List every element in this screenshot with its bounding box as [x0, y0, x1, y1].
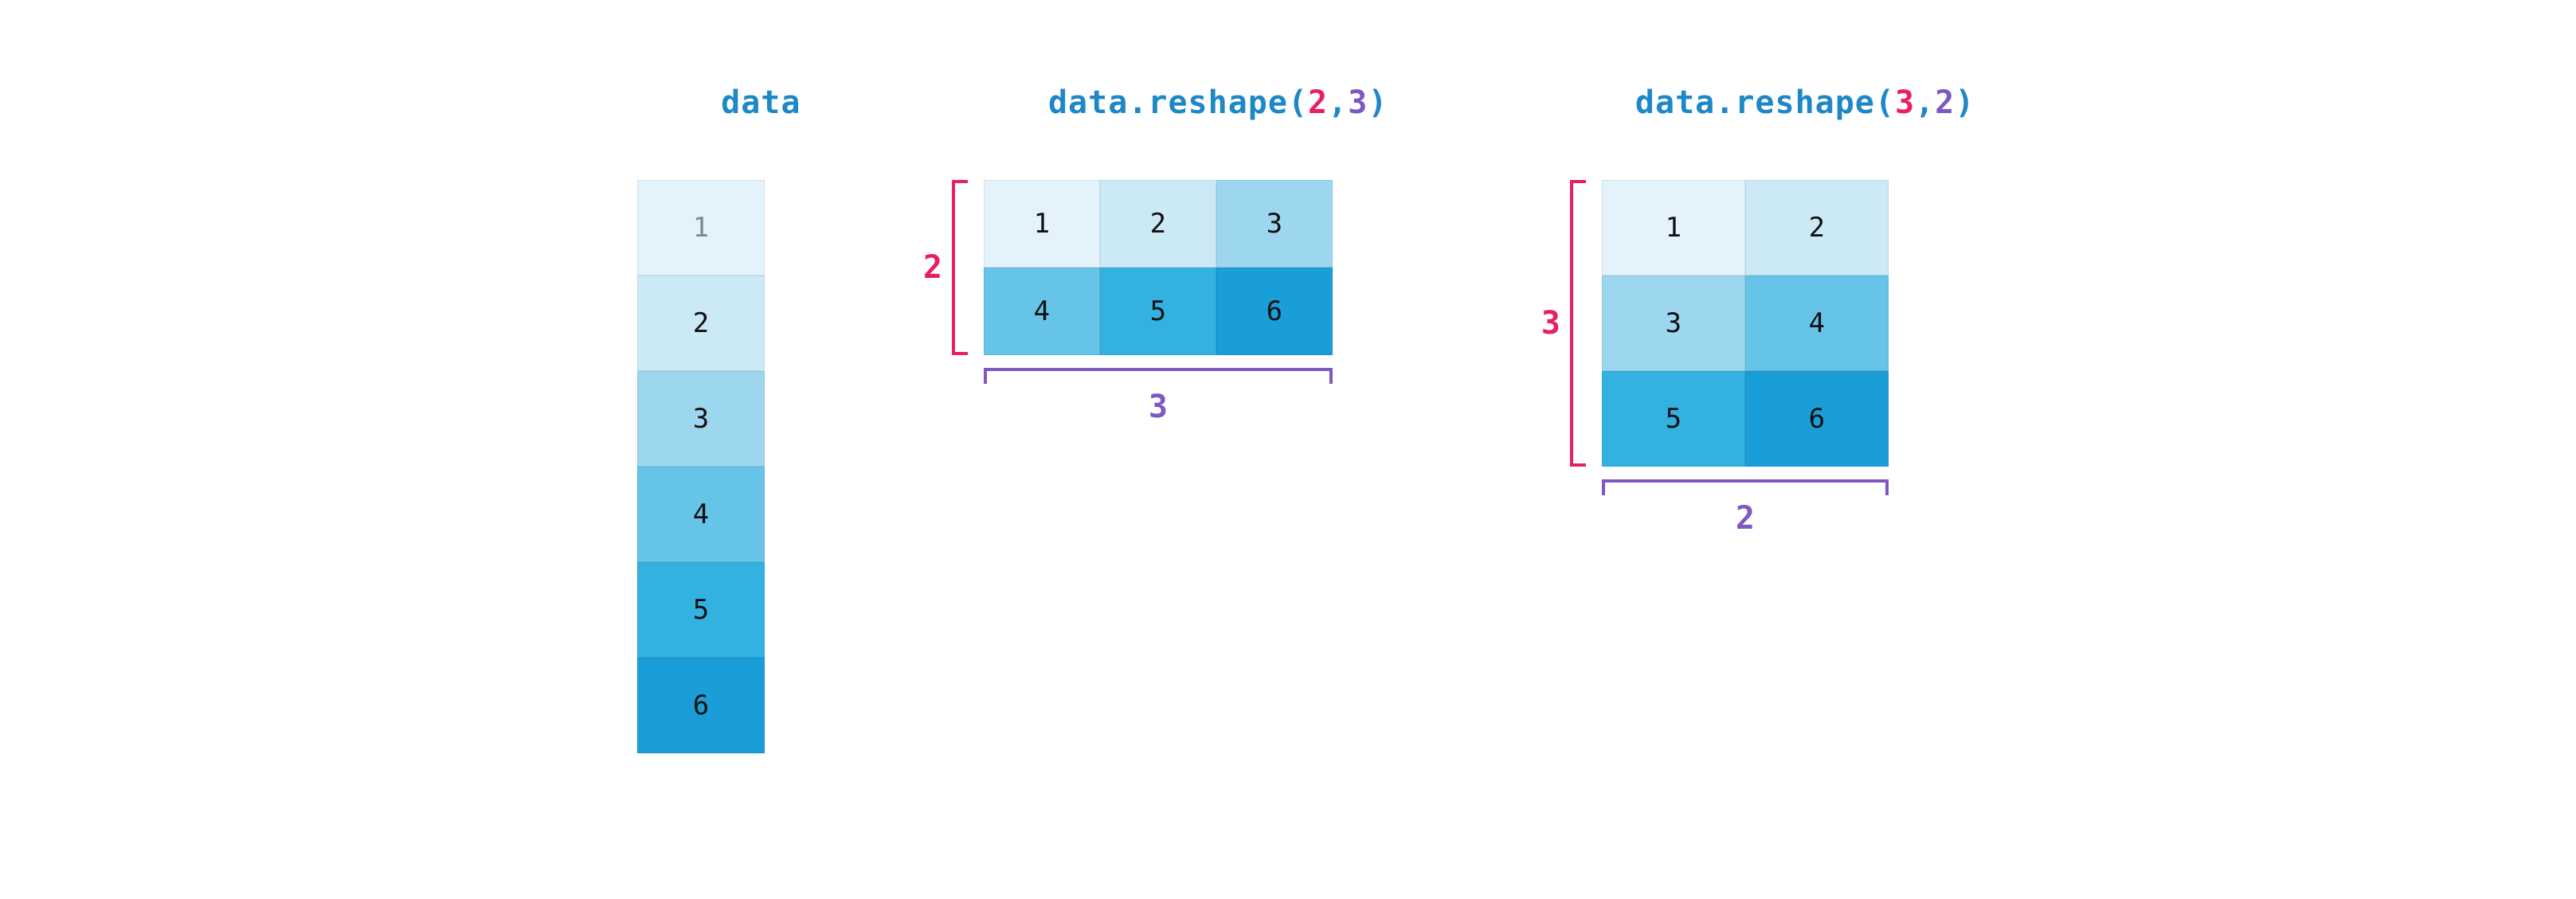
data-cell: 3	[637, 371, 765, 467]
grid-cell: 2	[1100, 180, 1216, 268]
row-dim-label: 3	[1541, 305, 1560, 342]
col-bracket: 2	[1602, 473, 1889, 543]
grid-cell: 1	[984, 180, 1100, 268]
row-dim-label: 2	[923, 249, 942, 286]
grid-cell: 2	[1745, 180, 1889, 276]
grid-cell: 4	[1745, 276, 1889, 371]
data-cell: 4	[637, 467, 765, 562]
grid-cell: 6	[1745, 371, 1889, 467]
panel-reshape23-title: data.reshape(2,3)	[928, 48, 1388, 158]
panel-reshape32-title: data.reshape(3,2)	[1515, 48, 1975, 158]
grid-cell: 1	[1602, 180, 1745, 276]
data-cell: 5	[637, 562, 765, 658]
reshape32-grid-wrap: 1 2 3 4 5 6 3 2	[1602, 180, 1889, 467]
row-bracket: 3	[1532, 180, 1595, 467]
data-cell: 6	[637, 658, 765, 753]
row-bracket: 2	[914, 180, 977, 355]
data-cell: 1	[637, 180, 765, 276]
row-bracket-tick	[952, 180, 968, 355]
reshape23-grid-wrap: 1 2 3 4 5 6 2 3	[984, 180, 1333, 355]
col-bracket: 3	[984, 362, 1333, 432]
col-dim-label: 3	[1149, 389, 1168, 425]
panel-reshape-3x2: data.reshape(3,2) 1 2 3 4 5 6 3 2	[1515, 48, 1975, 467]
col-bracket-tick	[1602, 479, 1889, 495]
reshape23-grid: 1 2 3 4 5 6	[984, 180, 1333, 355]
col-bracket-tick	[984, 368, 1333, 384]
panel-data-title-text: data	[721, 84, 801, 121]
grid-cell: 4	[984, 268, 1100, 355]
col-dim-label: 2	[1736, 500, 1755, 537]
grid-cell: 6	[1216, 268, 1333, 355]
panel-reshape-2x3: data.reshape(2,3) 1 2 3 4 5 6 2 3	[928, 48, 1388, 355]
panel-data: data 1 2 3 4 5 6	[601, 48, 801, 753]
diagram-canvas: data 1 2 3 4 5 6 data.reshape(2,3) 1 2 3…	[0, 0, 2576, 801]
grid-cell: 3	[1602, 276, 1745, 371]
reshape32-grid: 1 2 3 4 5 6	[1602, 180, 1889, 467]
row-bracket-tick	[1570, 180, 1586, 467]
panel-data-title: data	[601, 48, 801, 158]
grid-cell: 3	[1216, 180, 1333, 268]
data-column: 1 2 3 4 5 6	[637, 180, 765, 753]
data-cell: 2	[637, 276, 765, 371]
grid-cell: 5	[1100, 268, 1216, 355]
grid-cell: 5	[1602, 371, 1745, 467]
